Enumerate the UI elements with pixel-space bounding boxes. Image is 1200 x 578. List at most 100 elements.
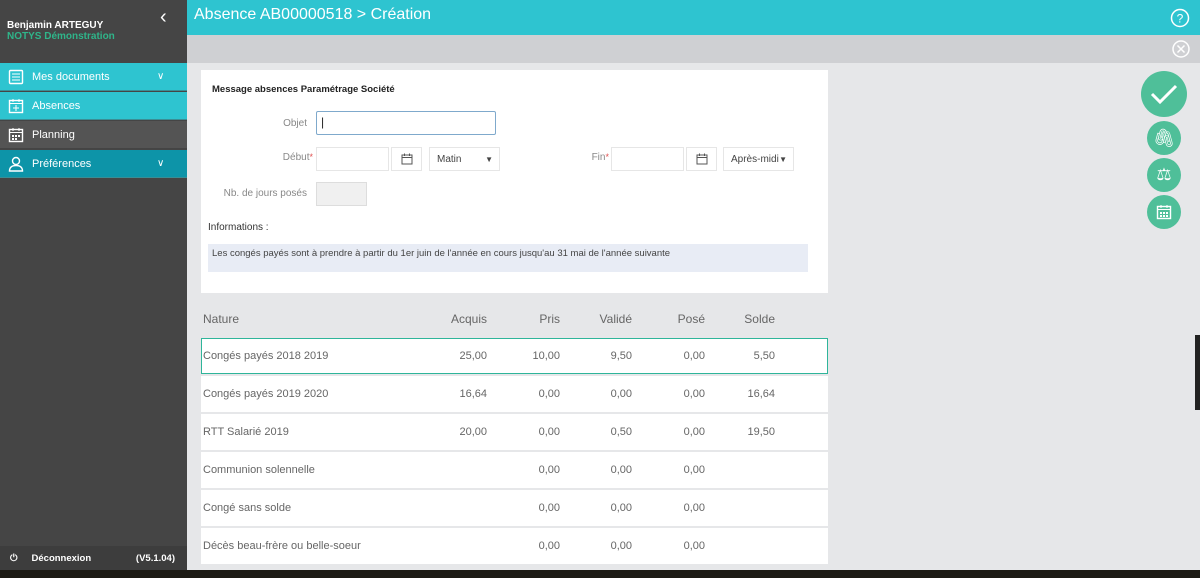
- sidebar-item-planning[interactable]: Planning: [0, 121, 187, 149]
- chevron-down-icon: ∨: [157, 158, 165, 169]
- debut-label-text: Début: [282, 152, 310, 163]
- cell-pris: 10,00: [532, 350, 560, 362]
- table-row[interactable]: Congés payés 2019 2020 16,64 0,00 0,00 0,00 1…: [201, 376, 828, 412]
- attachment-button[interactable]: 🖇: [1147, 121, 1181, 155]
- logout-button[interactable]: ⏻ Déconnexion (V5.1.04): [0, 546, 187, 570]
- check-icon: [1150, 84, 1178, 105]
- logout-label: Déconnexion: [31, 552, 92, 564]
- sidebar-item-label: Préférences: [32, 157, 92, 170]
- fin-label-text: Fin: [591, 152, 606, 163]
- toolbar: [187, 35, 1200, 63]
- cell-nature: Décès beau-frère ou belle-soeur: [203, 540, 361, 552]
- debut-date-input[interactable]: [316, 147, 389, 171]
- cell-acquis: 20,00: [459, 426, 487, 438]
- sidebar: Benjamin ARTEGUY NOTYS Démonstration ‹ M…: [0, 0, 187, 570]
- cell-pose: 0,00: [683, 464, 705, 476]
- sidebar-item-absences[interactable]: Absences: [0, 92, 187, 120]
- informations-label: Informations :: [208, 222, 269, 233]
- debut-period-value: Matin: [437, 153, 462, 165]
- calendar-button[interactable]: [1147, 195, 1181, 229]
- cell-pose: 0,00: [683, 426, 705, 438]
- cell-acquis: 16,64: [459, 388, 487, 400]
- cell-valide: 0,00: [610, 464, 632, 476]
- cell-solde: 19,50: [747, 426, 775, 438]
- scrollbar[interactable]: [1195, 335, 1200, 410]
- cell-pris: 0,00: [538, 464, 560, 476]
- fin-period-select[interactable]: Après-midi ▼: [723, 147, 794, 171]
- informations-textarea[interactable]: Les congés payés sont à prendre à partir…: [208, 244, 808, 272]
- balance-button[interactable]: ⚖: [1147, 158, 1181, 192]
- user-info: Benjamin ARTEGUY NOTYS Démonstration: [7, 20, 115, 42]
- calendar-icon: [696, 153, 707, 165]
- form-title: Message absences Paramétrage Société: [212, 84, 395, 95]
- page-title: Absence AB00000518 > Création: [194, 6, 432, 23]
- cell-pris: 0,00: [538, 540, 560, 552]
- cell-pose: 0,00: [683, 502, 705, 514]
- debut-label: Début*: [282, 152, 313, 163]
- fin-label: Fin*: [591, 152, 609, 163]
- user-icon: [8, 156, 24, 172]
- cell-acquis: 25,00: [459, 350, 487, 362]
- objet-label: Objet: [283, 118, 307, 129]
- cell-nature: Communion solennelle: [203, 464, 315, 476]
- cell-pris: 0,00: [538, 502, 560, 514]
- sidebar-item-preferences[interactable]: Préférences ∨: [0, 150, 187, 178]
- table-row[interactable]: Congé sans solde 0,00 0,00 0,00: [201, 490, 828, 526]
- cell-valide: 0,00: [610, 502, 632, 514]
- header-pris: Pris: [539, 312, 560, 326]
- cell-pris: 0,00: [538, 388, 560, 400]
- debut-period-select[interactable]: Matin ▼: [429, 147, 500, 171]
- cell-valide: 9,50: [610, 350, 632, 362]
- header-valide: Validé: [599, 312, 632, 326]
- cell-pose: 0,00: [683, 350, 705, 362]
- fin-date-input[interactable]: [611, 147, 684, 171]
- table-row[interactable]: Décès beau-frère ou belle-soeur 0,00 0,00 0…: [201, 528, 828, 564]
- calendar-plus-icon: [8, 98, 24, 113]
- table-row[interactable]: Communion solennelle 0,00 0,00 0,00: [201, 452, 828, 488]
- header-pose: Posé: [677, 312, 705, 326]
- sidebar-item-mes-documents[interactable]: Mes documents ∨: [0, 63, 187, 91]
- cell-pose: 0,00: [683, 388, 705, 400]
- balance-table: Nature Acquis Pris Validé Posé Solde Con…: [201, 300, 828, 566]
- table-body: Congés payés 2018 2019 25,00 10,00 9,50 0,00…: [201, 338, 828, 564]
- user-name: Benjamin ARTEGUY: [7, 20, 104, 31]
- nb-jours-input: [316, 182, 367, 206]
- cell-nature: RTT Salarié 2019: [203, 426, 289, 438]
- table-row[interactable]: RTT Salarié 2019 20,00 0,00 0,50 0,00 19,50: [201, 414, 828, 450]
- cell-solde: 16,64: [747, 388, 775, 400]
- fin-period-value: Après-midi: [731, 153, 779, 165]
- table-row[interactable]: Congés payés 2018 2019 25,00 10,00 9,50 0,00…: [201, 338, 828, 374]
- sidebar-item-label: Planning: [32, 128, 75, 141]
- cell-valide: 0,50: [610, 426, 632, 438]
- nb-jours-label: Nb. de jours posés: [223, 188, 307, 199]
- debut-calendar-button[interactable]: [391, 147, 422, 171]
- power-icon: ⏻: [10, 552, 18, 564]
- table-header: Nature Acquis Pris Validé Posé Solde: [201, 300, 828, 336]
- document-icon: [8, 69, 24, 84]
- calendar-icon: [8, 127, 24, 142]
- cell-pose: 0,00: [683, 540, 705, 552]
- absence-form: Message absences Paramétrage Société Obj…: [201, 70, 828, 293]
- svg-text:?: ?: [1177, 12, 1184, 26]
- cell-nature: Congés payés 2019 2020: [203, 388, 329, 400]
- sidebar-item-label: Mes documents: [32, 70, 110, 83]
- fin-calendar-button[interactable]: [686, 147, 717, 171]
- calendar-icon: [1156, 205, 1172, 220]
- close-icon[interactable]: [1172, 40, 1190, 58]
- objet-input[interactable]: |: [316, 111, 496, 135]
- help-icon[interactable]: ?: [1170, 8, 1190, 28]
- chevron-down-icon: ∨: [157, 71, 165, 82]
- cell-nature: Congé sans solde: [203, 502, 292, 514]
- cell-solde: 5,50: [753, 350, 775, 362]
- calendar-icon: [401, 153, 412, 165]
- company-name: NOTYS Démonstration: [7, 31, 115, 42]
- collapse-sidebar-icon[interactable]: ‹: [160, 6, 167, 29]
- cell-valide: 0,00: [610, 388, 632, 400]
- sidebar-item-label: Absences: [32, 99, 81, 112]
- taskbar: [0, 570, 1200, 578]
- header-nature: Nature: [203, 312, 240, 326]
- validate-button[interactable]: [1141, 71, 1187, 117]
- cell-nature: Congés payés 2018 2019: [203, 350, 329, 362]
- scale-icon: ⚖: [1156, 165, 1172, 184]
- version-label: (V5.1.04): [135, 552, 175, 564]
